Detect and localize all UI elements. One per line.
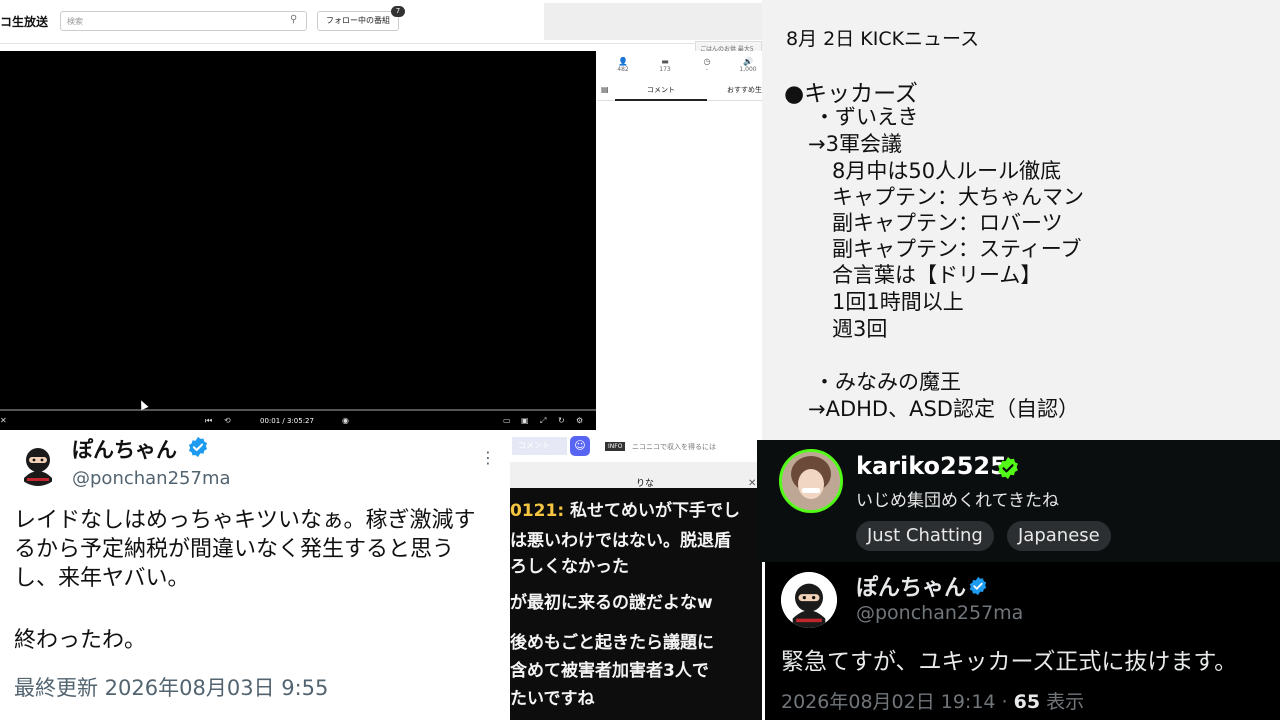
notes-line: ・みなみの魔王 (814, 370, 961, 394)
chat-overlay: コメント ☺ INFO ニコニコで収入を得るには りな ✕ 0121: 私せてめ… (510, 430, 762, 720)
user-handle[interactable]: @ponchan257ma (72, 468, 231, 489)
nico-header: コ生放送 検索 ⚲ フォロー中の番組 7 (0, 0, 762, 44)
following-programs-button[interactable]: フォロー中の番組 (317, 11, 399, 31)
kick-stream-card: kariko2525 いじめ集団めくれてきたね Just Chatting Ja… (757, 440, 1280, 562)
follow-count-badge: 7 (391, 6, 405, 17)
reload-icon[interactable]: ↻ (558, 416, 565, 425)
chat-line: 0121: 私せてめいが下手でし (510, 501, 741, 521)
chat-line: たいですね (510, 689, 595, 709)
tab-recommended[interactable]: おすすめ生 (727, 85, 762, 95)
stream-title: いじめ集団めくれてきたね (856, 491, 1059, 511)
streamer-name[interactable]: kariko2525 (856, 452, 1007, 480)
more-options-icon[interactable]: ⋮ (480, 448, 496, 467)
comment-icon[interactable]: ▭ (503, 416, 511, 425)
verified-badge-icon (998, 457, 1018, 479)
view-label: 表示 (1040, 691, 1085, 713)
seek-bar[interactable] (0, 409, 596, 411)
chat-messages: 0121: 私せてめいが下手でし は悪いわけではない。脱退盾 ろしくなかった が… (510, 488, 762, 720)
info-badge: INFO (605, 442, 626, 451)
tweet-text-2: 終わったわ。 (14, 628, 147, 653)
comment-input[interactable]: コメント (512, 437, 567, 455)
notes-title: 8月 2日 KICKニュース (786, 28, 980, 50)
person-icon: 👤 (618, 57, 628, 66)
verified-badge-icon (188, 436, 208, 458)
playback-time: 00:01 / 3:05:27 (260, 417, 314, 425)
chat-line: ろしくなかった (510, 557, 629, 577)
tab-menu-icon[interactable]: ▤ (601, 85, 609, 94)
verified-badge-icon (969, 576, 987, 596)
tweet-text: 緊急てすが、ユキッカーズ正式に抜けます。 (781, 649, 1238, 675)
notes-line: 合言葉は【ドリーム】 (832, 263, 1042, 287)
nico-side-panel: 👤 482 ▬ 173 ◷ - 🔊 1,000 ▤ コメント おすすめ生 (597, 51, 762, 430)
comment-icon: ▬ (661, 57, 669, 66)
user-handle[interactable]: @ponchan257ma (856, 602, 1023, 624)
chat-username: 0121: (510, 501, 565, 521)
tweet-card-light: ぽんちゃん @ponchan257ma ⋮ レイドなしはめっちゃキツいなぁ。稼ぎ… (0, 430, 510, 720)
chat-line: は悪いわけではない。脱退盾 (510, 531, 731, 551)
active-tab-indicator (615, 99, 707, 101)
rewind-icon[interactable]: ⏮ (205, 416, 212, 426)
tweet-card-dark: ぽんちゃん @ponchan257ma 緊急てすが、ユキッカーズ正式に抜けます。… (765, 562, 1280, 720)
tab-comment[interactable]: コメント (615, 85, 707, 95)
chat-line: 含めて被害者加害者3人で (510, 661, 709, 681)
clock-icon: ◷ (703, 57, 711, 66)
video-player[interactable]: ✕ ⏮ ⟲ 00:01 / 3:05:27 ◉ ▭ ▣ ⤢ ↻ ⚙ (0, 51, 596, 430)
tweet-text: レイドなしはめっちゃキツいなぁ。稼ぎ激減するから予定納税が間違いなく発生すると思… (14, 508, 476, 591)
discord-icon[interactable]: ☺ (570, 436, 590, 456)
tweet-date: 2026年08月02日 19:14 · (781, 691, 1014, 713)
display-name[interactable]: ぽんちゃん (72, 434, 177, 464)
comment-count: ▬ 173 (645, 57, 685, 73)
avatar[interactable] (781, 572, 837, 628)
tag-just-chatting[interactable]: Just Chatting (856, 521, 994, 551)
settings-gear-icon[interactable]: ⚙ (576, 416, 583, 425)
display-name[interactable]: ぽんちゃん (856, 570, 966, 602)
header-banner (544, 3, 762, 40)
viewer-count: 👤 482 (603, 57, 643, 73)
last-updated: 最終更新 2026年08月03日 9:55 (14, 676, 329, 700)
notes-line: 1回1時間以上 (832, 290, 964, 314)
view-count: 65 (1013, 691, 1041, 713)
tweet-meta: 2026年08月02日 19:14 · 65 表示 (781, 687, 1084, 714)
avatar[interactable] (14, 438, 62, 486)
screen-icon[interactable]: ▣ (521, 416, 529, 425)
time-stat: ◷ - (687, 57, 727, 73)
info-text[interactable]: ニコニコで収入を得るには (632, 442, 716, 452)
streamer-avatar[interactable] (779, 449, 843, 513)
replay-icon[interactable]: ⟲ (224, 416, 231, 425)
notes-line: →3軍会議 (808, 132, 902, 156)
chat-line: が最初に来るの謎だよなw (510, 593, 713, 613)
nico-logo[interactable]: コ生放送 (0, 13, 48, 30)
notes-line: ・ずいえき (814, 105, 919, 129)
tag-japanese[interactable]: Japanese (1007, 521, 1111, 551)
ad-points: 🔊 1,000 (728, 57, 762, 73)
close-icon[interactable]: ✕ (0, 416, 7, 425)
ad-icon: 🔊 (743, 57, 753, 66)
fullscreen-icon[interactable]: ⤢ (540, 416, 546, 426)
notes-line: →ADHD、ASD認定（自認） (808, 397, 1079, 421)
search-input[interactable]: 検索 (60, 11, 307, 31)
niconico-window: コ生放送 検索 ⚲ フォロー中の番組 7 ごはんのお供 最大5 ✕ ⏮ ⟲ 00… (0, 0, 762, 430)
news-notes: 8月 2日 KICKニュース ●キッカーズ ・ずいえき →3軍会議 8月中は50… (762, 0, 1280, 440)
notes-line: 週3回 (832, 317, 888, 341)
chat-line: 後めもごと起きたら議題に (510, 633, 714, 653)
comment-toggle-icon[interactable]: ◉ (342, 416, 349, 425)
search-icon[interactable]: ⚲ (290, 14, 297, 25)
side-tabs: ▤ コメント おすすめ生 (597, 81, 762, 101)
chat-toolbar: コメント ☺ INFO ニコニコで収入を得るには (510, 430, 762, 462)
